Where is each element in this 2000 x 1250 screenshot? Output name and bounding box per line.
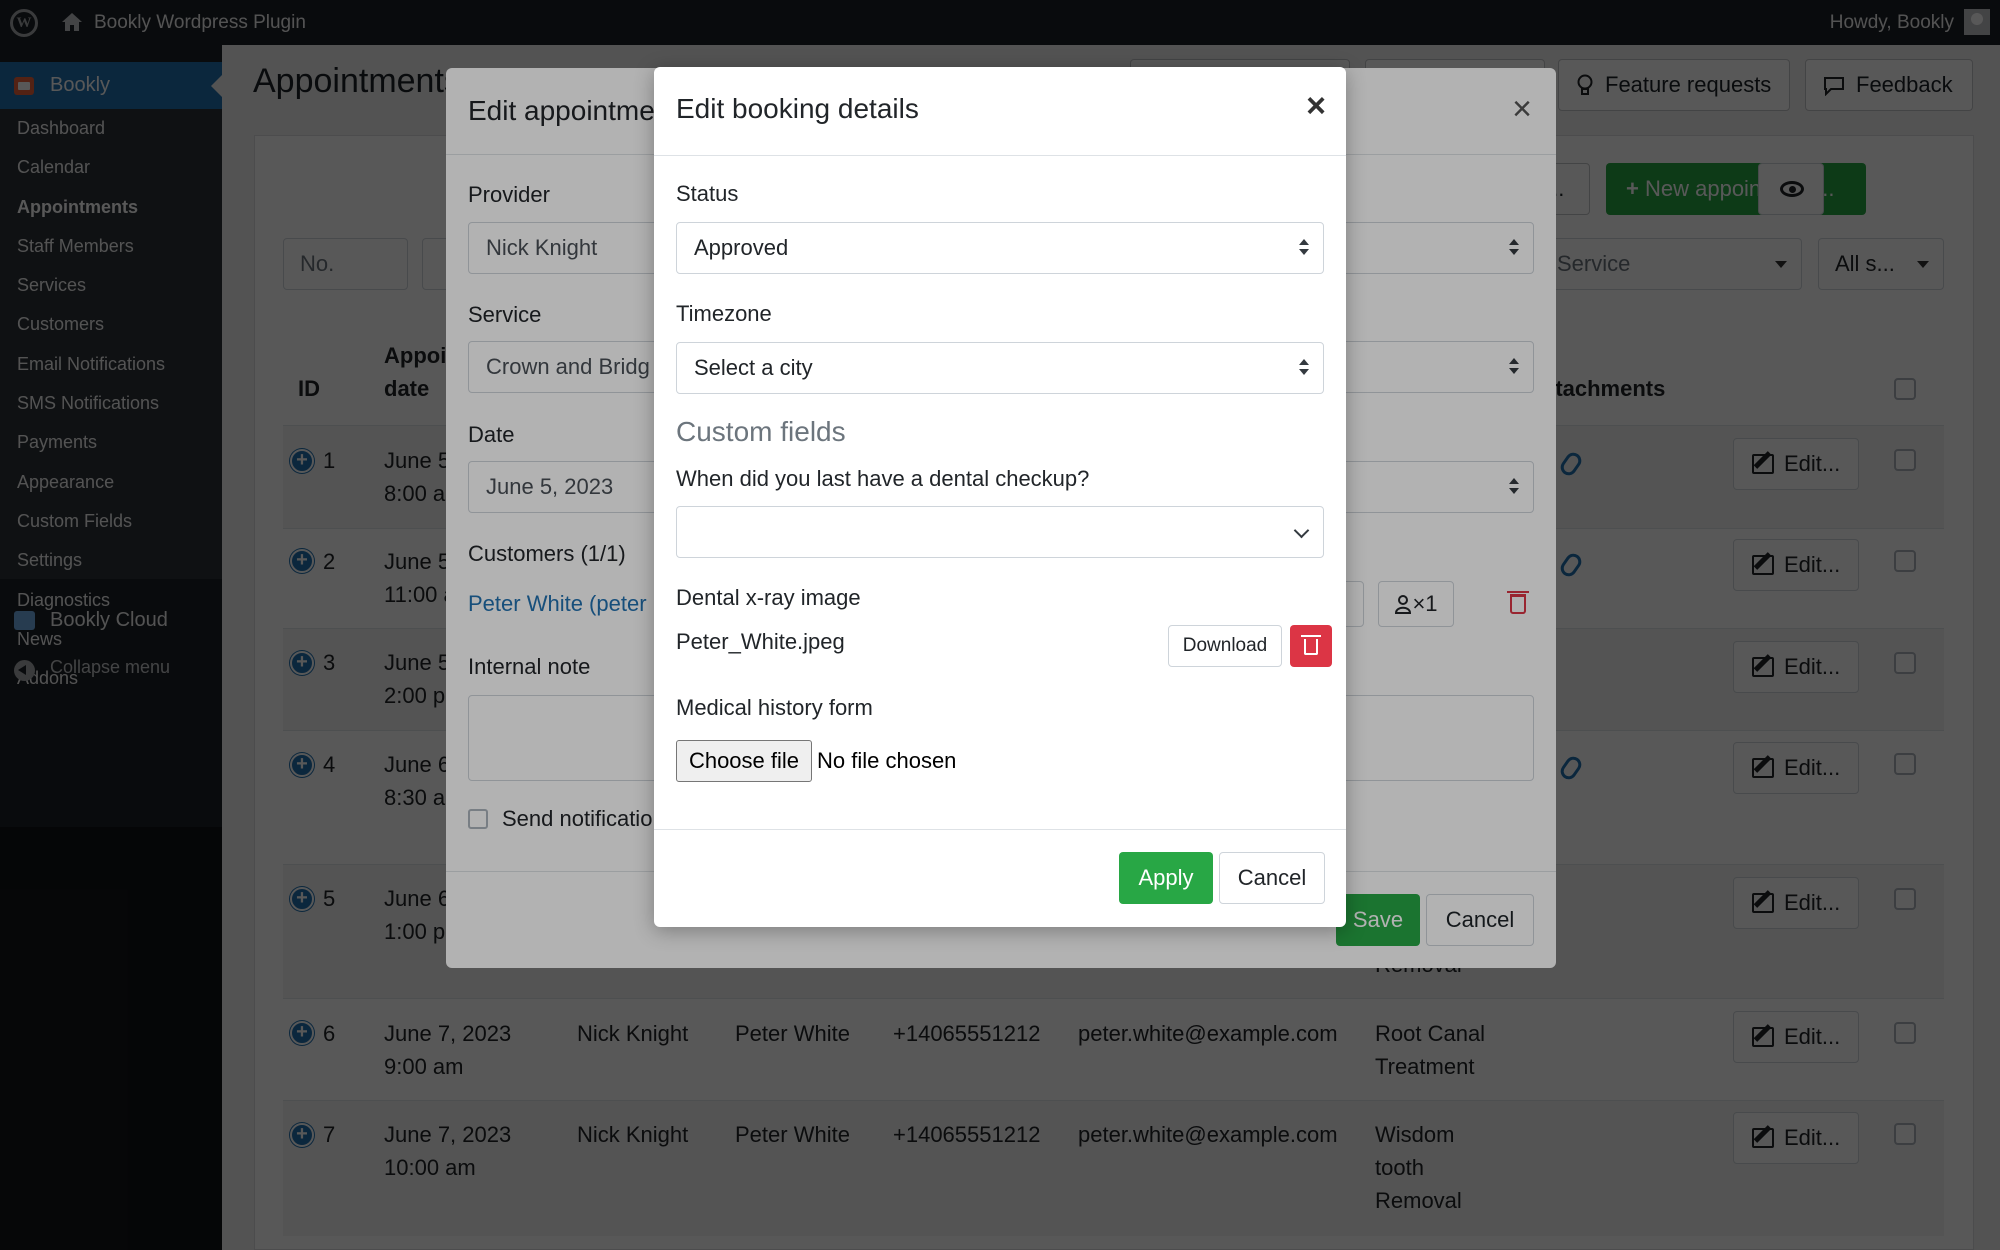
download-button[interactable]: Download bbox=[1168, 625, 1282, 667]
select-arrows-icon bbox=[1299, 239, 1309, 257]
medical-history-label: Medical history form bbox=[676, 695, 873, 720]
dialog-title: Edit booking details bbox=[676, 93, 919, 124]
dialog-footer-divider bbox=[654, 829, 1346, 830]
file-status: No file chosen bbox=[817, 748, 957, 773]
status-value: Approved bbox=[694, 235, 789, 260]
edit-booking-details-dialog: Edit booking details × Status Approved T… bbox=[654, 67, 1346, 927]
timezone-label: Timezone bbox=[676, 301, 772, 326]
chevron-down-icon bbox=[1293, 522, 1310, 539]
dental-checkup-select[interactable] bbox=[676, 506, 1324, 558]
trash-icon bbox=[1301, 635, 1321, 655]
select-arrows-icon bbox=[1299, 359, 1309, 377]
dialog-header-divider bbox=[654, 155, 1346, 156]
timezone-value: Select a city bbox=[694, 355, 813, 380]
status-label: Status bbox=[676, 181, 739, 206]
custom-fields-heading: Custom fields bbox=[676, 416, 846, 447]
xray-label: Dental x-ray image bbox=[676, 585, 861, 610]
xray-filename: Peter_White.jpeg bbox=[676, 629, 845, 654]
choose-file-button[interactable]: Choose file bbox=[676, 740, 812, 782]
delete-file-button[interactable] bbox=[1290, 625, 1332, 667]
apply-button[interactable]: Apply bbox=[1119, 852, 1213, 904]
cancel-button[interactable]: Cancel bbox=[1219, 852, 1325, 904]
timezone-select[interactable]: Select a city bbox=[676, 342, 1324, 394]
dental-checkup-question: When did you last have a dental checkup? bbox=[676, 466, 1090, 491]
close-icon[interactable]: × bbox=[1306, 87, 1326, 126]
status-select[interactable]: Approved bbox=[676, 222, 1324, 274]
